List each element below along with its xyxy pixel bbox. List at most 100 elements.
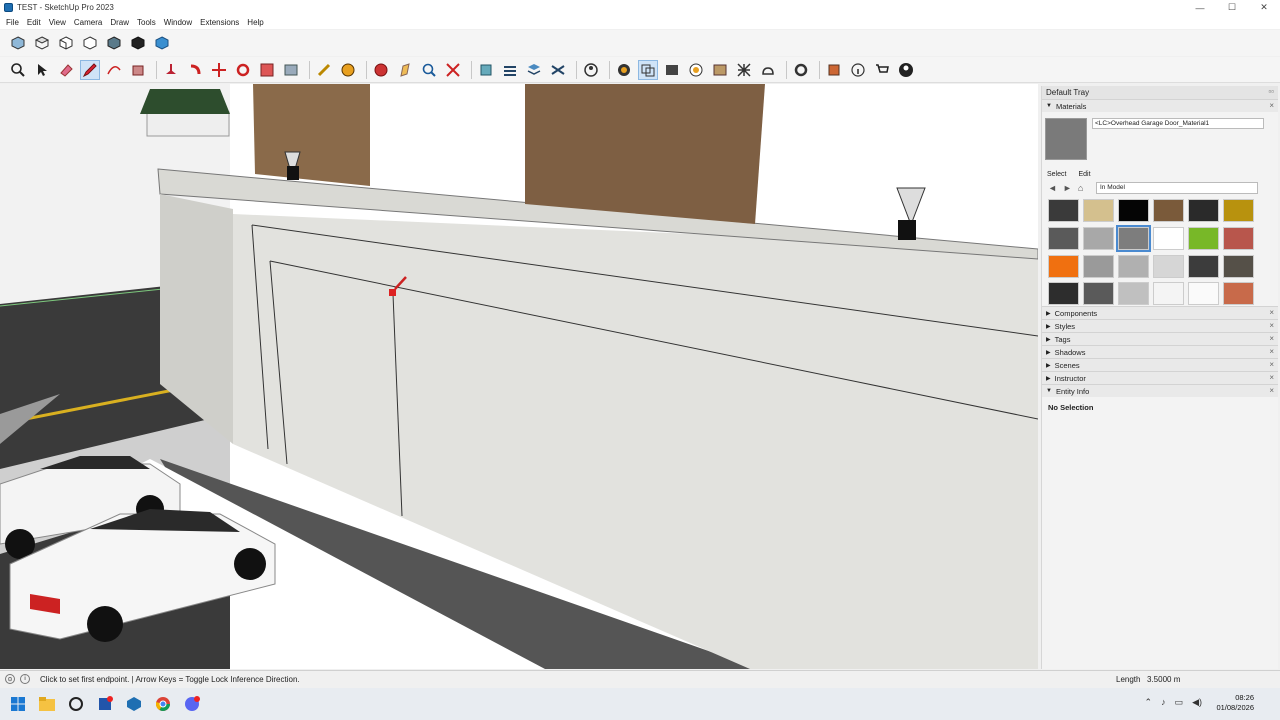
- zoom-tool-icon[interactable]: [419, 60, 439, 80]
- material-swatch[interactable]: [1118, 199, 1149, 222]
- warehouse-icon[interactable]: [872, 60, 892, 80]
- chevron-up-icon[interactable]: ⌃: [1145, 697, 1153, 708]
- discord-icon[interactable]: [181, 693, 203, 715]
- account-icon[interactable]: [896, 60, 916, 80]
- tray-pin-icon[interactable]: ▫▫: [1268, 87, 1274, 96]
- close-icon[interactable]: ×: [1269, 373, 1274, 382]
- shadows-icon[interactable]: [710, 60, 730, 80]
- front-view-icon[interactable]: [56, 33, 76, 53]
- sketchup-taskbar-icon[interactable]: [123, 693, 145, 715]
- materials-icon[interactable]: [686, 60, 706, 80]
- pan-icon[interactable]: [395, 60, 415, 80]
- scale-icon[interactable]: [257, 60, 277, 80]
- zoom-extents-icon[interactable]: [443, 60, 463, 80]
- rectangle-icon[interactable]: [128, 60, 148, 80]
- chrome-icon[interactable]: [152, 693, 174, 715]
- close-icon[interactable]: ×: [1269, 360, 1274, 369]
- material-name-field[interactable]: <LC>Overhead Garage Door_Material1: [1092, 118, 1264, 129]
- drawing-area[interactable]: [0, 84, 1038, 669]
- arc-icon[interactable]: [104, 60, 124, 80]
- back-arrow-icon[interactable]: ◄: [1048, 183, 1057, 193]
- paint-bucket-icon[interactable]: [338, 60, 358, 80]
- zoom-icon[interactable]: [8, 60, 28, 80]
- material-swatch[interactable]: [1153, 199, 1184, 222]
- minimize-button[interactable]: —: [1184, 0, 1216, 15]
- styles-panel-header[interactable]: ▶ Styles ×: [1042, 319, 1278, 332]
- menu-view[interactable]: View: [45, 18, 70, 27]
- orbit-icon[interactable]: [371, 60, 391, 80]
- material-swatch[interactable]: [1188, 199, 1219, 222]
- rotate-icon[interactable]: [233, 60, 253, 80]
- scenes-panel-header[interactable]: ▶ Scenes ×: [1042, 358, 1278, 371]
- tab-select[interactable]: Select: [1047, 171, 1066, 178]
- styles-icon[interactable]: [581, 60, 601, 80]
- tape-measure-icon[interactable]: [314, 60, 334, 80]
- material-swatch[interactable]: [1223, 282, 1254, 306]
- app-icon[interactable]: [94, 693, 116, 715]
- top-view-icon[interactable]: [32, 33, 52, 53]
- menu-extensions[interactable]: Extensions: [196, 18, 243, 27]
- volume-icon[interactable]: ◀): [1192, 697, 1202, 708]
- chatgpt-icon[interactable]: [65, 693, 87, 715]
- entity-info-panel-header[interactable]: ▼ Entity Info ×: [1042, 384, 1278, 397]
- material-swatch[interactable]: [1188, 226, 1219, 250]
- material-swatch[interactable]: [1223, 199, 1254, 222]
- menu-window[interactable]: Window: [160, 18, 196, 27]
- display-section-icon[interactable]: [524, 60, 544, 80]
- entity-info-icon[interactable]: [824, 60, 844, 80]
- close-icon[interactable]: ×: [1269, 321, 1274, 330]
- follow-me-icon[interactable]: [185, 60, 205, 80]
- components-icon[interactable]: [614, 60, 634, 80]
- material-swatch[interactable]: [1153, 282, 1184, 306]
- move-icon[interactable]: [209, 60, 229, 80]
- material-swatch[interactable]: [1048, 199, 1079, 222]
- close-icon[interactable]: ×: [1269, 334, 1274, 343]
- section-fill-icon[interactable]: [500, 60, 520, 80]
- instructor-panel-header[interactable]: ▶ Instructor ×: [1042, 371, 1278, 384]
- material-swatch[interactable]: [1048, 254, 1079, 278]
- offset-icon[interactable]: [281, 60, 301, 80]
- material-swatch[interactable]: [1048, 282, 1079, 306]
- tags-panel-header[interactable]: ▶ Tags ×: [1042, 332, 1278, 345]
- solid-tools-icon[interactable]: [791, 60, 811, 80]
- material-swatch[interactable]: [1118, 254, 1149, 278]
- maximize-button[interactable]: ☐: [1216, 0, 1248, 15]
- material-swatch[interactable]: [1223, 254, 1254, 278]
- select-icon[interactable]: [32, 60, 52, 80]
- microphone-icon[interactable]: ♪: [1161, 697, 1166, 708]
- measurements-input[interactable]: 3.5000 m: [1147, 675, 1180, 684]
- menu-edit[interactable]: Edit: [23, 18, 45, 27]
- close-icon[interactable]: ×: [1269, 386, 1274, 395]
- tab-edit[interactable]: Edit: [1078, 171, 1090, 178]
- push-pull-icon[interactable]: [161, 60, 181, 80]
- scenes-icon[interactable]: [662, 60, 682, 80]
- section-plane-icon[interactable]: [476, 60, 496, 80]
- right-view-icon[interactable]: [80, 33, 100, 53]
- file-explorer-icon[interactable]: [36, 693, 58, 715]
- close-icon[interactable]: ×: [1269, 347, 1274, 356]
- material-swatch[interactable]: [1153, 226, 1184, 250]
- material-swatch[interactable]: [1118, 282, 1149, 306]
- material-swatch[interactable]: [1188, 254, 1219, 278]
- info-icon[interactable]: [848, 60, 868, 80]
- material-swatch[interactable]: [1083, 199, 1114, 222]
- tags-icon[interactable]: [638, 59, 658, 80]
- outliner-icon[interactable]: [548, 60, 568, 80]
- close-icon[interactable]: ×: [1269, 308, 1274, 317]
- material-swatch[interactable]: [1083, 254, 1114, 278]
- geolocation-icon[interactable]: ⊙: [5, 674, 15, 684]
- material-swatch[interactable]: [1188, 282, 1219, 306]
- menu-help[interactable]: Help: [243, 18, 267, 27]
- materials-panel-header[interactable]: ▼ Materials ×: [1042, 99, 1278, 112]
- menu-tools[interactable]: Tools: [133, 18, 160, 27]
- windows-start-icon[interactable]: [7, 693, 29, 715]
- back-view-icon[interactable]: [104, 33, 124, 53]
- menu-file[interactable]: File: [2, 18, 23, 27]
- iso-view-icon[interactable]: [8, 33, 28, 53]
- close-icon[interactable]: ×: [1269, 101, 1274, 110]
- shadows-panel-header[interactable]: ▶ Shadows ×: [1042, 345, 1278, 358]
- extension-manager-icon[interactable]: [758, 60, 778, 80]
- material-swatch[interactable]: [1153, 254, 1184, 278]
- menu-camera[interactable]: Camera: [70, 18, 106, 27]
- fog-icon[interactable]: [734, 60, 754, 80]
